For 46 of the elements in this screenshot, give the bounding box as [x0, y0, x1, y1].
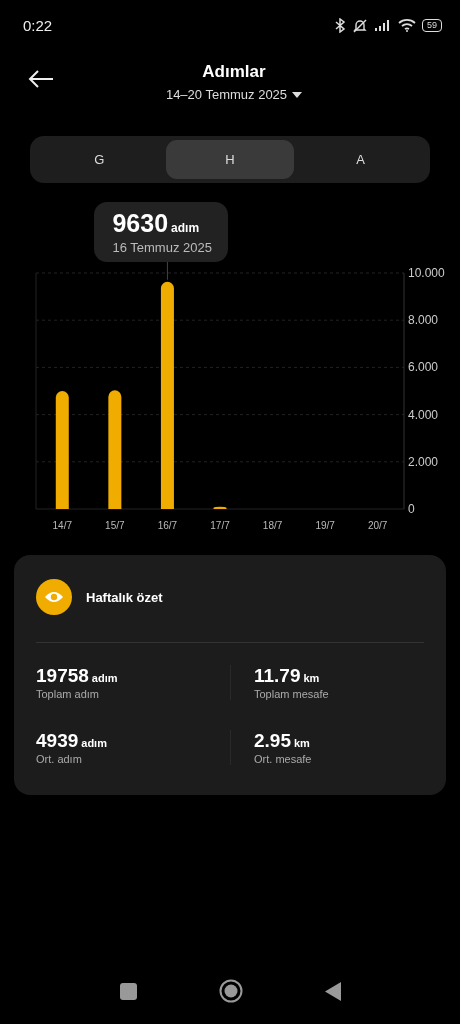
stat-label: Ort. mesafe	[254, 753, 313, 765]
tooltip-unit: adım	[171, 221, 200, 235]
signal-icon	[374, 19, 392, 31]
stat-label: Ort. adım	[36, 753, 83, 765]
y-axis-label: 6.000	[408, 360, 439, 375]
x-axis-label: 17/7	[210, 520, 230, 531]
x-axis-label: 18/7	[262, 520, 283, 531]
x-axis-label: 20/7	[368, 520, 388, 531]
y-axis-label: 2.000	[408, 454, 439, 469]
x-axis-label: 19/7	[315, 520, 335, 531]
card-title: Haftalık özet	[86, 589, 163, 605]
back-nav-button[interactable]	[324, 981, 341, 1004]
period-tab[interactable]: G	[35, 140, 164, 179]
chart-bar	[213, 506, 227, 509]
x-axis-label: 16/7	[157, 520, 178, 531]
recents-button[interactable]	[119, 982, 137, 1003]
stat-unit: km	[294, 737, 310, 749]
page-title: Adımlar	[202, 62, 266, 82]
eye-icon	[36, 579, 72, 615]
tooltip-date: 16 Temmuz 2025	[112, 240, 212, 255]
status-time: 0:22	[23, 16, 53, 34]
stat-value: 19758	[36, 665, 89, 687]
bluetooth-icon	[334, 17, 346, 33]
muted-bell-icon	[352, 17, 368, 33]
y-axis-label: 8.000	[408, 313, 439, 328]
period-tab[interactable]: A	[296, 140, 425, 179]
tooltip-value: 9630	[112, 209, 169, 238]
y-axis-label: 10.000	[408, 266, 445, 280]
stat-unit: km	[303, 672, 320, 684]
y-axis-label: 0	[408, 502, 415, 516]
period-tab[interactable]: H	[165, 140, 295, 179]
back-arrow-icon	[28, 70, 54, 88]
x-axis-label: 15/7	[105, 520, 125, 531]
stat-unit: adım	[91, 672, 118, 684]
stat-value: 4939	[36, 730, 79, 752]
x-axis-label: 14/7	[52, 520, 72, 531]
battery-indicator: 59	[422, 18, 442, 32]
stat-value: 11.79	[254, 665, 301, 687]
date-range-selector[interactable]: 14–20 Temmuz 2025	[165, 87, 303, 102]
stat-unit: adım	[81, 737, 107, 749]
stat-label: Toplam adım	[36, 688, 100, 700]
wifi-icon	[398, 18, 416, 32]
y-axis-label: 4.000	[408, 407, 439, 422]
dropdown-caret-icon	[292, 91, 303, 98]
stat-value: 2.95	[254, 730, 291, 752]
stat-label: Toplam mesafe	[254, 688, 330, 700]
